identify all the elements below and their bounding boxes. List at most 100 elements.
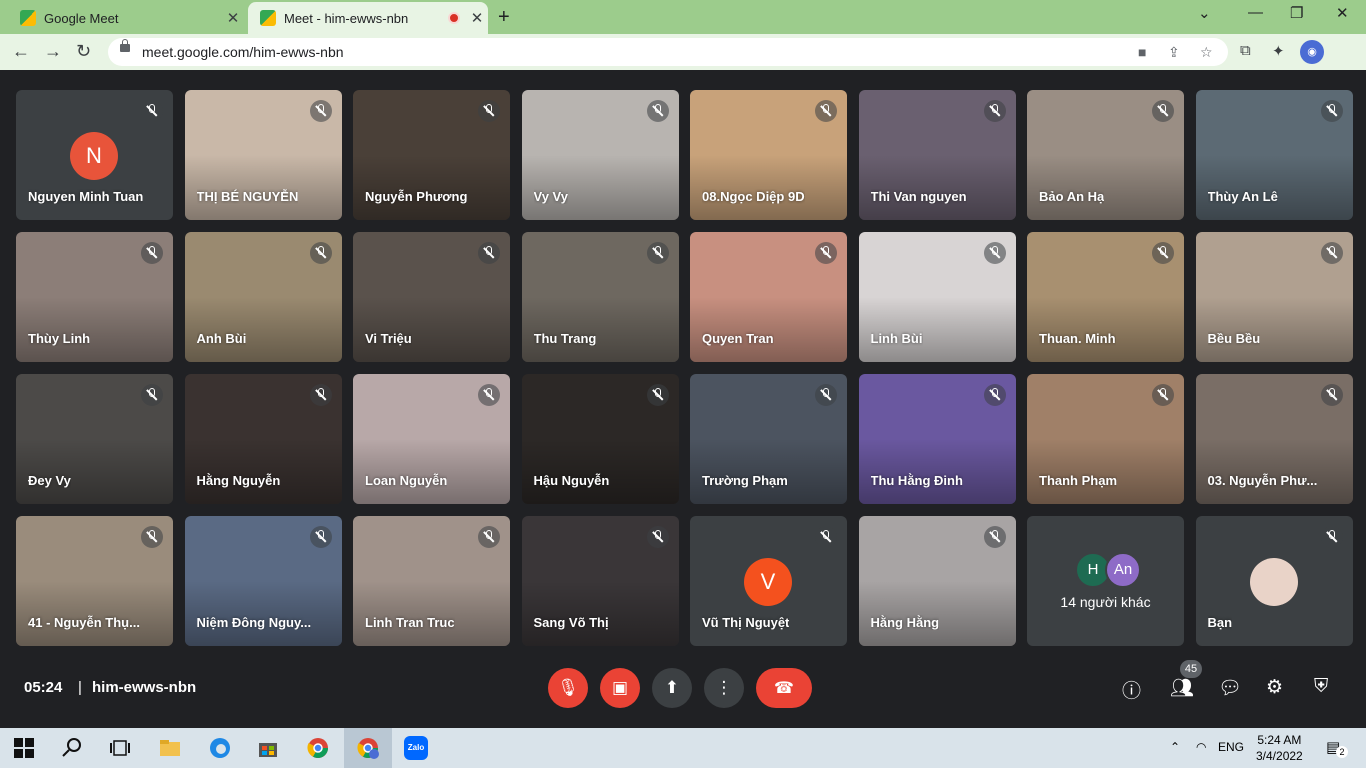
more-options-button[interactable]: ⋮ (704, 668, 744, 708)
extension-screenshot-icon[interactable]: ⧉ (1240, 42, 1251, 59)
participant-tile[interactable]: Bảo An Hạ (1027, 90, 1184, 220)
edge-browser-icon[interactable] (208, 736, 232, 760)
file-explorer-icon[interactable] (158, 736, 182, 760)
muted-mic-icon (478, 384, 500, 406)
camera-toggle-button[interactable]: ▣ (600, 668, 640, 708)
system-clock[interactable]: 5:24 AM 3/4/2022 (1256, 732, 1303, 764)
forward-icon[interactable]: → (44, 41, 62, 62)
bookmark-star-icon[interactable]: ☆ (1200, 44, 1213, 61)
participant-tile[interactable]: Sang Võ Thị (521, 516, 679, 646)
share-icon[interactable]: ⇪ (1168, 44, 1180, 61)
participant-tile[interactable]: Hằng Nguyễn (184, 374, 342, 504)
mic-toggle-button[interactable]: 🎙︎ (548, 668, 588, 708)
video-shade (1195, 297, 1353, 362)
video-shade (1027, 439, 1184, 504)
muted-mic-icon (983, 242, 1006, 264)
back-icon[interactable]: ← (12, 41, 30, 62)
participant-name: Niệm Đông Nguy... (196, 615, 312, 630)
address-bar[interactable]: meet.google.com/him-ewws-nbn ■ ⇪ ☆ (108, 38, 1228, 66)
participant-tile[interactable]: 03. Nguyễn Phư... (1195, 374, 1353, 504)
participant-tile[interactable]: Đey Vy (16, 374, 173, 504)
notification-count: 2 (1336, 746, 1348, 758)
participant-tile[interactable]: Thanh Phạm (1027, 374, 1184, 504)
new-tab-button[interactable]: + (498, 6, 510, 29)
show-hidden-icons[interactable]: ⌃ (1170, 740, 1180, 754)
wifi-icon[interactable]: ◠ (1196, 740, 1206, 754)
participant-tile[interactable]: 41 - Nguyễn Thụ... (16, 516, 173, 646)
video-shade (521, 297, 679, 362)
participant-name: Thuan. Minh (1039, 331, 1116, 346)
minimize-button[interactable]: — (1248, 4, 1263, 21)
zalo-app-icon[interactable]: Zalo (404, 736, 428, 760)
video-shade (858, 581, 1016, 646)
activities-icon[interactable]: ⚙ (1266, 676, 1283, 699)
participant-tile[interactable]: 08.Ngọc Diệp 9D (690, 90, 847, 220)
participant-tile[interactable]: THỊ BÉ NGUYỄN (184, 90, 342, 220)
participant-tile[interactable]: Vi Triệu (353, 232, 510, 362)
meeting-details-icon[interactable]: ⓘ (1122, 676, 1141, 703)
close-tab-icon[interactable]: ✕ (222, 9, 244, 27)
extensions-puzzle-icon[interactable]: ✦ (1272, 42, 1285, 60)
participant-grid: N Nguyen Minh Tuan THỊ BÉ NGUYỄN Nguyễn Phư… (16, 90, 1356, 646)
participant-tile[interactable]: N Nguyen Minh Tuan (16, 90, 173, 220)
participant-tile[interactable]: Bều Bều (1195, 232, 1353, 362)
participant-name: 41 - Nguyễn Thụ... (28, 615, 140, 630)
windows-start-icon[interactable] (12, 736, 36, 760)
participant-tile[interactable]: Thu Hằng Đinh (858, 374, 1016, 504)
participant-tile[interactable]: Niệm Đông Nguy... (184, 516, 342, 646)
muted-mic-icon (646, 242, 669, 264)
muted-mic-icon (1320, 384, 1343, 406)
chrome-profile-icon[interactable] (356, 736, 380, 760)
participant-tile[interactable]: Anh Bùi (184, 232, 342, 362)
participant-tile[interactable]: Nguyễn Phương (353, 90, 510, 220)
chrome-icon[interactable] (306, 736, 330, 760)
search-icon[interactable] (60, 736, 84, 760)
more-participants-tile[interactable]: H An 14 người khác (1027, 516, 1184, 646)
profile-avatar[interactable]: ◉ (1300, 40, 1324, 64)
host-controls-icon[interactable]: ⛨ (1314, 676, 1328, 698)
input-language[interactable]: ENG (1218, 740, 1244, 754)
video-shade (690, 297, 847, 362)
reload-icon[interactable]: ↻ (76, 41, 91, 62)
task-view-icon[interactable] (108, 736, 132, 760)
participant-tile[interactable]: Linh Bùi (858, 232, 1016, 362)
more-participants-count: 14 người khác (1060, 594, 1151, 610)
leave-call-button[interactable]: ☎ (756, 668, 812, 708)
participant-name: Hằng Hằng (870, 615, 940, 630)
camera-in-use-icon[interactable]: ■ (1138, 44, 1146, 60)
tab-search-icon[interactable]: ⌄ (1198, 4, 1211, 22)
participant-tile[interactable]: Thùy Linh (16, 232, 173, 362)
muted-mic-icon (646, 100, 669, 122)
participant-avatar: An (1105, 552, 1141, 588)
present-screen-button[interactable]: ⬆ (652, 668, 692, 708)
people-icon[interactable]: 👥︎ (1170, 676, 1194, 700)
tab-google-meet[interactable]: Google Meet ✕ (8, 2, 244, 34)
chat-icon[interactable]: 💬︎ (1218, 676, 1242, 700)
participant-tile[interactable]: Thi Van nguyen (858, 90, 1016, 220)
close-tab-icon[interactable]: ✕ (466, 9, 488, 27)
participant-tile[interactable]: Hậu Nguyễn (521, 374, 679, 504)
muted-mic-icon (478, 526, 500, 548)
tab-meet-call[interactable]: Meet - him-ewws-nbn ✕ (248, 2, 488, 34)
participant-tile[interactable]: Thùy An Lê (1195, 90, 1353, 220)
participant-tile[interactable]: Trường Phạm (690, 374, 847, 504)
clock-time: 5:24 AM (1257, 733, 1302, 747)
participant-tile[interactable]: Thuan. Minh (1027, 232, 1184, 362)
muted-mic-icon (1320, 242, 1343, 264)
self-video-tile[interactable]: Bạn (1195, 516, 1353, 646)
restore-button[interactable]: ❐ (1290, 4, 1303, 22)
participant-name: Trường Phạm (702, 473, 788, 488)
participant-tile[interactable]: Thu Trang (521, 232, 679, 362)
participant-tile[interactable]: V Vũ Thị Nguyệt (690, 516, 847, 646)
participant-tile[interactable]: Quyen Tran (690, 232, 847, 362)
video-shade (16, 439, 173, 504)
participant-name: Bạn (1207, 615, 1233, 630)
participant-tile[interactable]: Vy Vy (521, 90, 679, 220)
participant-tile[interactable]: Loan Nguyễn (353, 374, 510, 504)
participant-avatar: V (744, 558, 792, 606)
participant-tile[interactable]: Hằng Hằng (858, 516, 1016, 646)
participant-tile[interactable]: Linh Tran Truc (353, 516, 510, 646)
close-window-button[interactable]: ✕ (1336, 4, 1349, 22)
video-shade (184, 439, 342, 504)
store-icon[interactable] (256, 736, 280, 760)
